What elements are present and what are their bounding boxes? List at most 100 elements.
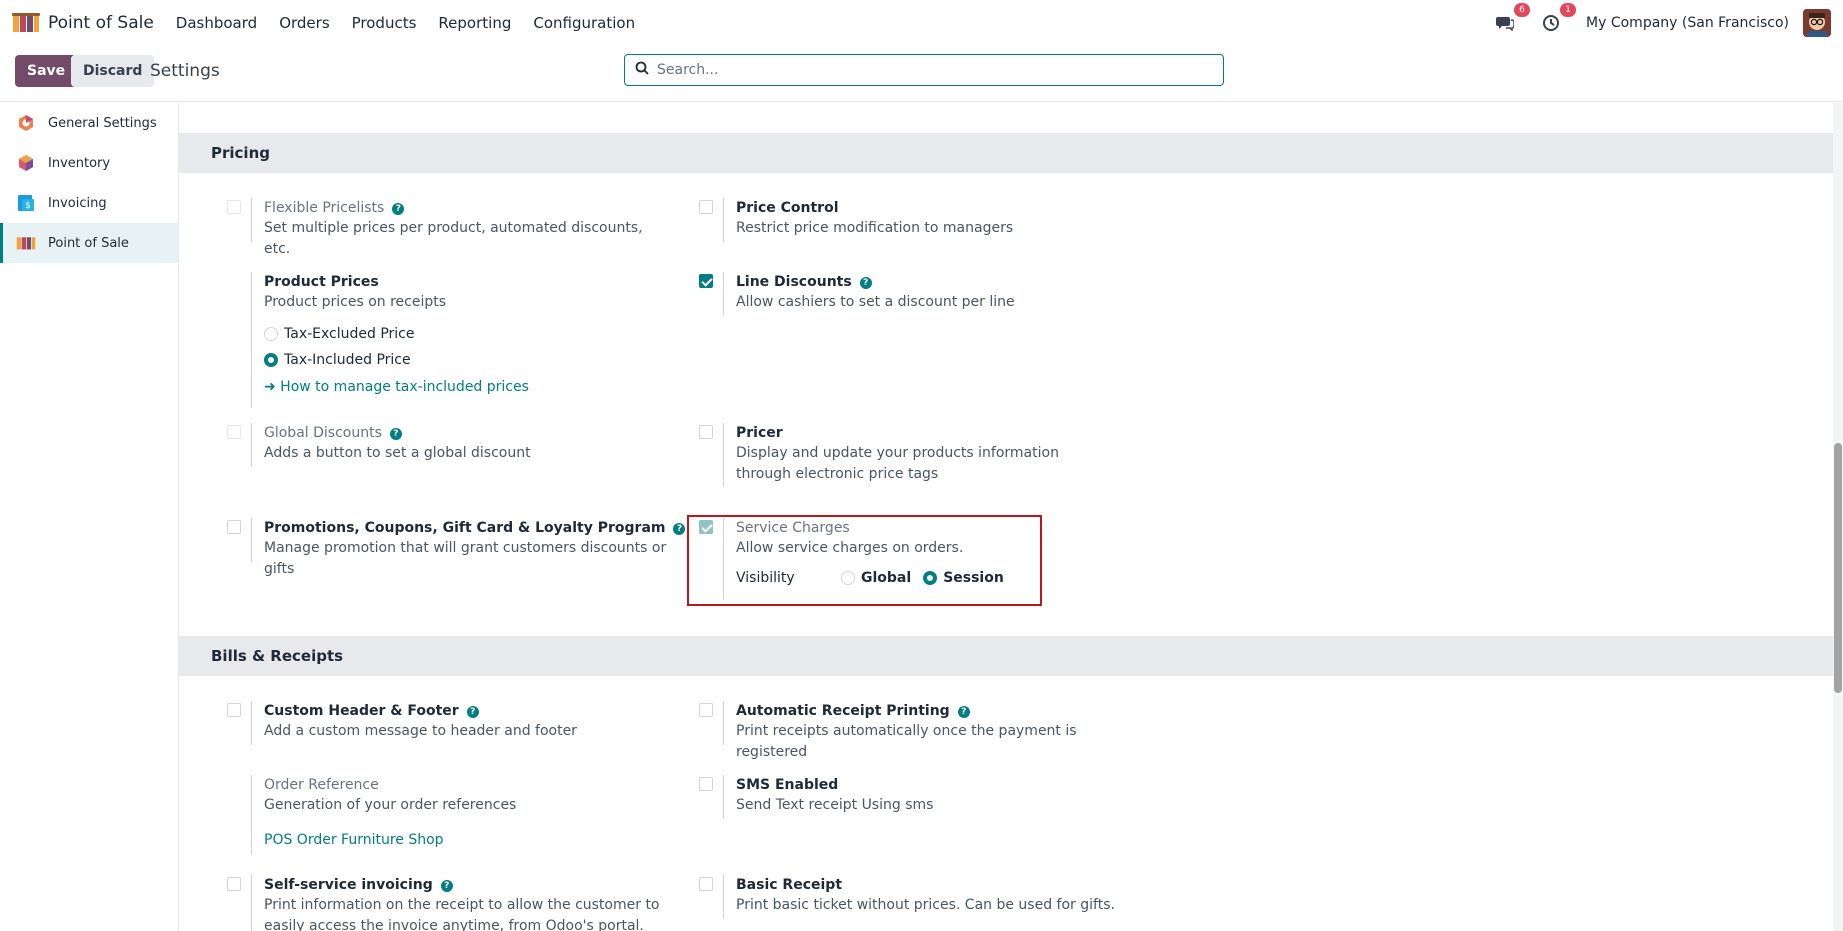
setting-description: Print basic ticket without prices. Can b… (736, 897, 1115, 913)
sidebar-item-label: General Settings (48, 115, 157, 131)
radio-global[interactable] (841, 571, 855, 585)
help-icon[interactable]: ? (466, 706, 479, 718)
sidebar-item-invoicing[interactable]: $ Invoicing (0, 183, 178, 223)
setting-description: Add a custom message to header and foote… (264, 723, 577, 739)
help-icon[interactable]: ? (957, 706, 970, 718)
setting-description: Print receipts automatically once the pa… (736, 723, 1077, 760)
sidebar-item-inventory[interactable]: Inventory (0, 143, 178, 183)
self-invoicing-checkbox[interactable] (227, 877, 241, 891)
help-icon[interactable]: ? (389, 428, 402, 440)
messages-badge: 6 (1514, 3, 1531, 17)
setting-description: Restrict price modification to managers (736, 220, 1014, 236)
point-of-sale-logo-icon[interactable] (12, 12, 40, 34)
activities-clock-icon[interactable]: 1 (1540, 3, 1577, 34)
messages-icon[interactable]: 6 (1494, 3, 1531, 34)
help-icon[interactable]: ? (859, 277, 872, 289)
service-charges-checkbox[interactable] (699, 520, 713, 534)
page-title: Settings (150, 61, 220, 81)
menu-dashboard[interactable]: Dashboard (176, 14, 257, 32)
radio-label: Tax-Included Price (284, 352, 411, 368)
search-input[interactable] (657, 62, 1197, 78)
radio-tax-included[interactable]: Tax-Included Price (264, 347, 671, 373)
top-navbar: Point of Sale Dashboard Orders Products … (0, 0, 1843, 46)
settings-sidebar: General Settings Inventory $ Invoicing P… (0, 103, 179, 931)
price-control-checkbox[interactable] (699, 200, 713, 214)
menu-products[interactable]: Products (352, 14, 417, 32)
radio-session[interactable] (923, 571, 938, 585)
pricer-checkbox[interactable] (699, 425, 713, 439)
setting-title: Order Reference (264, 777, 379, 793)
section-header-bills-receipts: Bills & Receipts (179, 636, 1833, 676)
line-discounts-checkbox[interactable] (699, 274, 713, 288)
radio-button[interactable] (264, 353, 278, 367)
setting-title: Self-service invoicing (264, 877, 433, 893)
point-of-sale-icon (16, 233, 36, 253)
setting-title: Price Control (736, 200, 839, 216)
setting-title: Basic Receipt (736, 877, 843, 893)
section-header-pricing: Pricing (179, 133, 1833, 173)
sidebar-item-label: Invoicing (48, 195, 107, 211)
setting-title: Product Prices (264, 274, 379, 290)
custom-header-checkbox[interactable] (227, 703, 241, 717)
search-icon (635, 61, 649, 79)
visibility-label: Visibility (736, 570, 795, 586)
setting-description: Display and update your products informa… (736, 445, 1059, 482)
promotions-checkbox[interactable] (227, 520, 241, 534)
sidebar-item-label: Inventory (48, 155, 111, 171)
basic-receipt-checkbox[interactable] (699, 877, 713, 891)
global-discounts-checkbox[interactable] (227, 425, 241, 439)
setting-description: Adds a button to set a global discount (264, 445, 531, 461)
control-panel: Save Discard Settings (0, 46, 1843, 102)
menu-orders[interactable]: Orders (279, 14, 329, 32)
settings-content: Pricing Flexible Pricelists? Set multipl… (179, 103, 1833, 931)
radio-label-session: Session (943, 570, 1004, 586)
setting-description: Set multiple prices per product, automat… (264, 220, 643, 257)
app-name[interactable]: Point of Sale (48, 13, 154, 33)
setting-title: Automatic Receipt Printing (736, 703, 950, 719)
svg-text:$: $ (25, 201, 31, 211)
setting-title: Promotions, Coupons, Gift Card & Loyalty… (264, 520, 666, 536)
setting-title: Pricer (736, 425, 783, 441)
setting-description: Send Text receipt Using sms (736, 797, 934, 813)
activities-badge: 1 (1560, 3, 1577, 17)
sidebar-item-label: Point of Sale (48, 235, 129, 251)
company-switcher[interactable]: My Company (San Francisco) (1586, 15, 1789, 31)
search-box[interactable] (624, 54, 1224, 86)
menu-configuration[interactable]: Configuration (533, 14, 635, 32)
setting-title: SMS Enabled (736, 777, 839, 793)
order-reference-link[interactable]: POS Order Furniture Shop (264, 832, 671, 848)
radio-button[interactable] (264, 327, 278, 341)
auto-print-checkbox[interactable] (699, 703, 713, 717)
general-settings-icon (16, 113, 36, 133)
menu-reporting[interactable]: Reporting (438, 14, 511, 32)
sms-enabled-checkbox[interactable] (699, 777, 713, 791)
sidebar-item-point-of-sale[interactable]: Point of Sale (0, 223, 178, 263)
help-icon[interactable]: ? (392, 203, 405, 215)
setting-description: Print information on the receipt to allo… (264, 897, 660, 931)
invoicing-icon: $ (16, 193, 36, 213)
flexible-pricelists-checkbox[interactable] (227, 200, 241, 214)
tax-included-prices-link[interactable]: ➜ How to manage tax-included prices (264, 379, 671, 395)
radio-label: Tax-Excluded Price (284, 326, 415, 342)
setting-description: Generation of your order references (264, 797, 517, 813)
setting-description: Manage promotion that will grant custome… (264, 540, 667, 577)
setting-title: Custom Header & Footer (264, 703, 459, 719)
help-icon[interactable]: ? (673, 523, 686, 535)
setting-title: Global Discounts (264, 425, 382, 441)
setting-title: Flexible Pricelists (264, 200, 385, 216)
user-avatar[interactable] (1803, 9, 1831, 37)
setting-title: Line Discounts (736, 274, 852, 290)
scrollbar-thumb[interactable] (1834, 443, 1842, 693)
setting-description: Allow service charges on orders. (736, 540, 964, 556)
discard-button[interactable]: Discard (71, 55, 155, 87)
radio-label-global: Global (861, 570, 912, 586)
radio-tax-excluded[interactable]: Tax-Excluded Price (264, 321, 671, 347)
help-icon[interactable]: ? (440, 880, 453, 892)
sidebar-item-general-settings[interactable]: General Settings (0, 103, 178, 143)
save-button[interactable]: Save (15, 55, 78, 87)
setting-title: Service Charges (736, 520, 850, 536)
inventory-icon (16, 153, 36, 173)
visibility-row: Visibility Global Session (736, 565, 1043, 591)
setting-description: Product prices on receipts (264, 294, 447, 310)
setting-description: Allow cashiers to set a discount per lin… (736, 294, 1015, 310)
